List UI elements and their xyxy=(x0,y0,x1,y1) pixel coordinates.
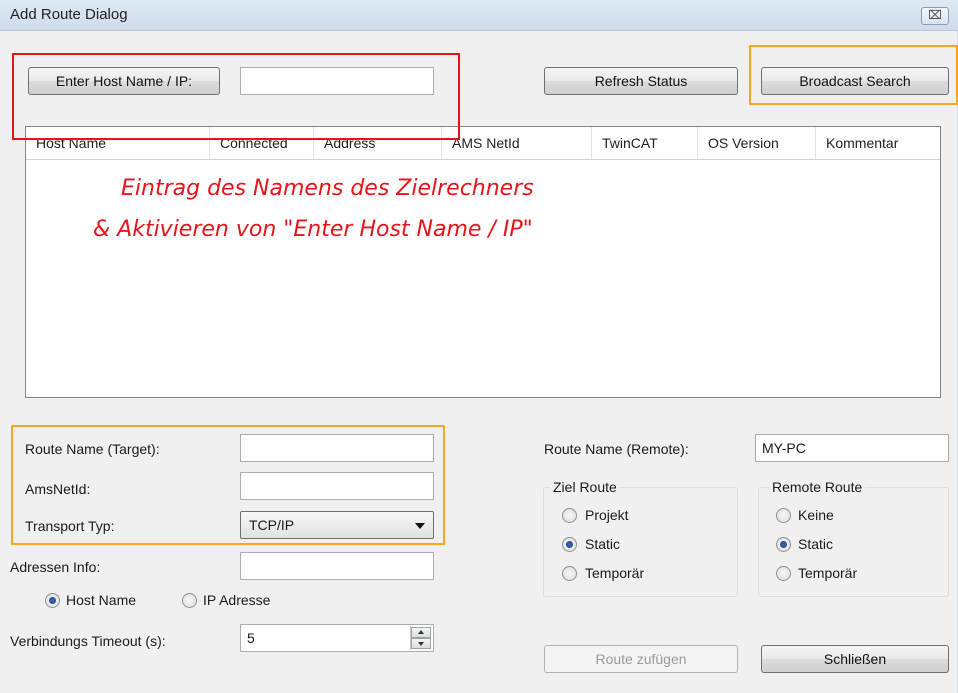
host-name-radio[interactable] xyxy=(45,593,60,608)
remote-route-title: Remote Route xyxy=(769,479,866,495)
title-bar: Add Route Dialog ⌧ xyxy=(0,0,958,31)
route-name-remote-input[interactable]: MY-PC xyxy=(755,434,949,462)
route-name-remote-label: Route Name (Remote): xyxy=(544,441,689,457)
remote-route-keine-label: Keine xyxy=(798,507,834,523)
timeout-spinner[interactable] xyxy=(410,626,432,650)
ziel-route-title: Ziel Route xyxy=(550,479,620,495)
remote-route-temporaer-label: Temporär xyxy=(798,565,858,581)
adressen-info-label: Adressen Info: xyxy=(10,559,101,575)
highlight-enter-host xyxy=(12,53,460,140)
adressen-info-input[interactable] xyxy=(240,552,434,580)
refresh-status-button[interactable]: Refresh Status xyxy=(544,67,738,95)
ziel-route-temporaer-label: Temporär xyxy=(585,565,645,581)
ziel-route-projekt-radio[interactable] xyxy=(562,508,577,523)
column-os-version[interactable]: OS Version xyxy=(698,127,816,159)
remote-route-static-label: Static xyxy=(798,536,834,552)
ziel-route-static-radio[interactable] xyxy=(562,537,577,552)
spin-up-icon[interactable] xyxy=(411,627,431,638)
column-ams-netid[interactable]: AMS NetId xyxy=(442,127,592,159)
close-icon: ⌧ xyxy=(928,8,942,22)
ziel-route-projekt-label: Projekt xyxy=(585,507,629,523)
annotation-line-2: & Aktivieren von "Enter Host Name / IP" xyxy=(93,217,533,242)
column-twincat[interactable]: TwinCAT xyxy=(592,127,698,159)
ziel-route-static-label: Static xyxy=(585,536,621,552)
host-name-radio-label: Host Name xyxy=(66,592,137,608)
add-route-dialog: Add Route Dialog ⌧ Enter Host Name / IP:… xyxy=(0,0,958,693)
close-button[interactable]: Schließen xyxy=(761,645,949,673)
column-kommentar[interactable]: Kommentar xyxy=(816,127,940,159)
timeout-label: Verbindungs Timeout (s): xyxy=(10,633,166,649)
remote-route-keine-radio[interactable] xyxy=(776,508,791,523)
remote-route-static-radio[interactable] xyxy=(776,537,791,552)
close-window-button[interactable]: ⌧ xyxy=(921,7,949,25)
highlight-route-fields xyxy=(11,425,445,545)
window-title: Add Route Dialog xyxy=(10,6,128,23)
annotation-line-1: Eintrag des Namens des Zielrechners xyxy=(121,176,534,201)
ip-adresse-radio[interactable] xyxy=(182,593,197,608)
spin-down-icon[interactable] xyxy=(411,638,431,649)
host-list[interactable]: Host Name Connected Address AMS NetId Tw… xyxy=(25,126,941,398)
remote-route-temporaer-radio[interactable] xyxy=(776,566,791,581)
add-route-button[interactable]: Route zufügen xyxy=(544,645,738,673)
ziel-route-temporaer-radio[interactable] xyxy=(562,566,577,581)
ip-adresse-radio-label: IP Adresse xyxy=(203,592,271,608)
highlight-broadcast-search xyxy=(749,45,958,105)
timeout-input[interactable]: 5 xyxy=(240,624,434,652)
